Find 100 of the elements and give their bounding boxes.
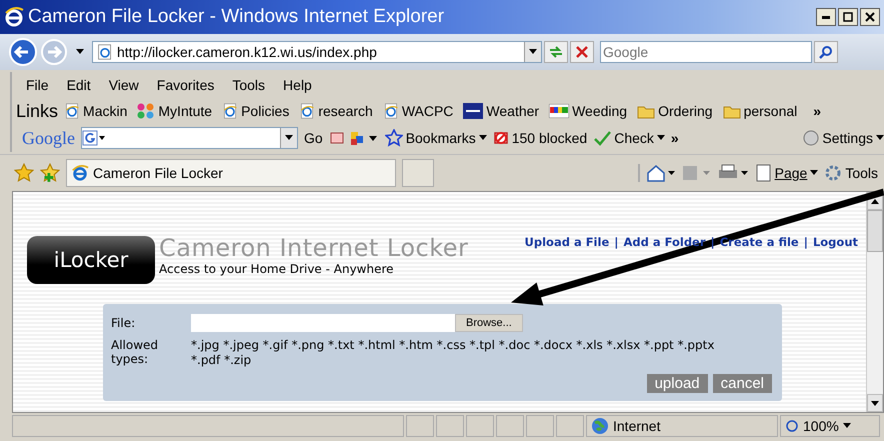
favorites-star-icon[interactable] bbox=[14, 163, 34, 183]
address-field[interactable]: http://ilocker.cameron.k12.wi.us/index.php bbox=[92, 41, 542, 63]
page-icon bbox=[97, 44, 113, 60]
browser-tab[interactable]: Cameron File Locker bbox=[66, 159, 396, 187]
nav-link[interactable]: Add a Folder bbox=[623, 235, 706, 249]
toolbar-search-field[interactable] bbox=[81, 127, 298, 149]
scroll-thumb[interactable] bbox=[867, 210, 883, 252]
search-button[interactable] bbox=[814, 41, 838, 63]
menu-item[interactable]: View bbox=[108, 77, 139, 93]
status-pane bbox=[406, 415, 434, 437]
caret-icon bbox=[810, 170, 818, 176]
vertical-scrollbar[interactable] bbox=[866, 192, 883, 412]
nav-link[interactable]: Upload a File bbox=[524, 235, 610, 249]
settings-button[interactable]: Settings bbox=[822, 130, 873, 146]
close-icon bbox=[865, 12, 875, 22]
globe-icon bbox=[591, 417, 609, 435]
scroll-down-button[interactable] bbox=[867, 394, 883, 412]
dropdown-button[interactable] bbox=[280, 128, 297, 148]
window-title: Cameron File Locker - Windows Internet Explorer bbox=[28, 6, 444, 28]
page-icon[interactable] bbox=[756, 164, 772, 182]
status-pane bbox=[466, 415, 494, 437]
allowed-types-label: Allowed types: bbox=[111, 338, 160, 366]
nav-link[interactable]: Logout bbox=[812, 235, 858, 249]
color-bars-icon[interactable] bbox=[549, 104, 570, 118]
maximize-icon bbox=[843, 12, 853, 22]
close-button[interactable] bbox=[860, 8, 880, 26]
status-pane bbox=[526, 415, 554, 437]
page-icon[interactable] bbox=[382, 103, 399, 119]
ilocker-logo: iLocker bbox=[27, 236, 155, 284]
down-arrow-icon bbox=[871, 400, 879, 406]
caret-icon[interactable] bbox=[76, 49, 84, 55]
allowed-types-text: *.jpg *.jpeg *.gif *.png *.txt *.html *.htm *.css *.tpl *.doc *.docx *.xls *.xlsx *.ppt *.pptx *.pdf *.zip bbox=[191, 338, 716, 368]
page-icon[interactable] bbox=[299, 103, 316, 119]
status-pane bbox=[496, 415, 524, 437]
up-arrow-icon bbox=[871, 198, 879, 204]
nav-link[interactable]: Create a file bbox=[720, 235, 799, 249]
caret-icon bbox=[842, 423, 851, 429]
go-button[interactable]: Go bbox=[304, 130, 323, 146]
menu-item[interactable]: Tools bbox=[232, 77, 266, 93]
search-icon bbox=[819, 45, 833, 59]
link-item[interactable]: Policies bbox=[241, 103, 290, 119]
form-button[interactable]: cancel bbox=[712, 374, 772, 393]
star-icon[interactable] bbox=[384, 129, 403, 147]
page-icon[interactable] bbox=[64, 103, 80, 119]
popup-blocker-button[interactable]: 150 blocked bbox=[512, 130, 588, 146]
refresh-icon bbox=[548, 45, 564, 59]
minimize-button[interactable] bbox=[816, 8, 836, 26]
spell-check-button[interactable]: Check bbox=[614, 130, 654, 146]
ie-logo-icon bbox=[71, 164, 89, 182]
link-item[interactable]: personal bbox=[744, 103, 798, 119]
link-item[interactable]: Weeding bbox=[572, 103, 628, 119]
zoom-icon[interactable] bbox=[785, 419, 799, 433]
blocked-icon[interactable] bbox=[492, 130, 509, 146]
link-item[interactable]: Weather bbox=[486, 103, 540, 119]
form-button[interactable]: upload bbox=[646, 374, 708, 393]
more-links-button[interactable]: » bbox=[813, 103, 822, 119]
checkmark-icon[interactable] bbox=[593, 130, 612, 146]
link-item[interactable]: WACPC bbox=[402, 103, 454, 119]
link-item[interactable]: MyIntute bbox=[158, 103, 212, 119]
tools-menu[interactable]: Tools bbox=[845, 165, 878, 181]
site-subtitle: Access to your Home Drive - Anywhere bbox=[159, 262, 395, 276]
circle-icon[interactable] bbox=[803, 130, 820, 146]
home-icon[interactable] bbox=[646, 164, 676, 182]
separator: | bbox=[804, 235, 808, 249]
g-icon bbox=[82, 130, 106, 146]
caret-icon bbox=[529, 49, 537, 55]
maximize-button[interactable] bbox=[838, 8, 858, 26]
gear-icon[interactable] bbox=[824, 164, 842, 182]
menu-item[interactable]: File bbox=[26, 77, 49, 93]
link-item[interactable]: Mackin bbox=[83, 103, 128, 119]
browse-button[interactable]: Browse... bbox=[455, 314, 523, 332]
security-zone: Internet bbox=[613, 418, 660, 434]
minimize-icon bbox=[822, 16, 830, 18]
dropdown-button[interactable] bbox=[524, 42, 541, 62]
page-icon[interactable] bbox=[222, 103, 238, 119]
status-pane bbox=[436, 415, 464, 437]
menu-item[interactable]: Favorites bbox=[156, 77, 214, 93]
menu-item[interactable]: Edit bbox=[66, 77, 91, 93]
tv-logo-icon[interactable] bbox=[463, 103, 484, 119]
dots-icon[interactable] bbox=[137, 103, 156, 119]
google-logo: Google bbox=[22, 128, 75, 148]
search-field[interactable]: Google bbox=[600, 41, 812, 63]
link-item[interactable]: research bbox=[318, 103, 373, 119]
caret-icon bbox=[478, 135, 487, 141]
page-menu[interactable]: Page bbox=[774, 165, 808, 181]
links-label: Links bbox=[16, 100, 58, 122]
stop-button[interactable] bbox=[570, 41, 594, 63]
close-icon bbox=[576, 46, 588, 58]
more-tools-button[interactable]: » bbox=[670, 130, 679, 146]
link-item[interactable]: Ordering bbox=[658, 103, 713, 119]
menu-item[interactable]: Help bbox=[283, 77, 312, 93]
caret-icon bbox=[285, 135, 293, 141]
separator: | bbox=[614, 235, 618, 249]
site-title: Cameron Internet Locker bbox=[159, 234, 468, 262]
status-pane bbox=[556, 415, 584, 437]
caret-icon bbox=[876, 135, 884, 141]
file-field[interactable] bbox=[191, 314, 455, 332]
back-icon[interactable] bbox=[8, 37, 38, 67]
separator: | bbox=[710, 235, 715, 249]
bookmarks-button[interactable]: Bookmarks bbox=[406, 130, 476, 146]
